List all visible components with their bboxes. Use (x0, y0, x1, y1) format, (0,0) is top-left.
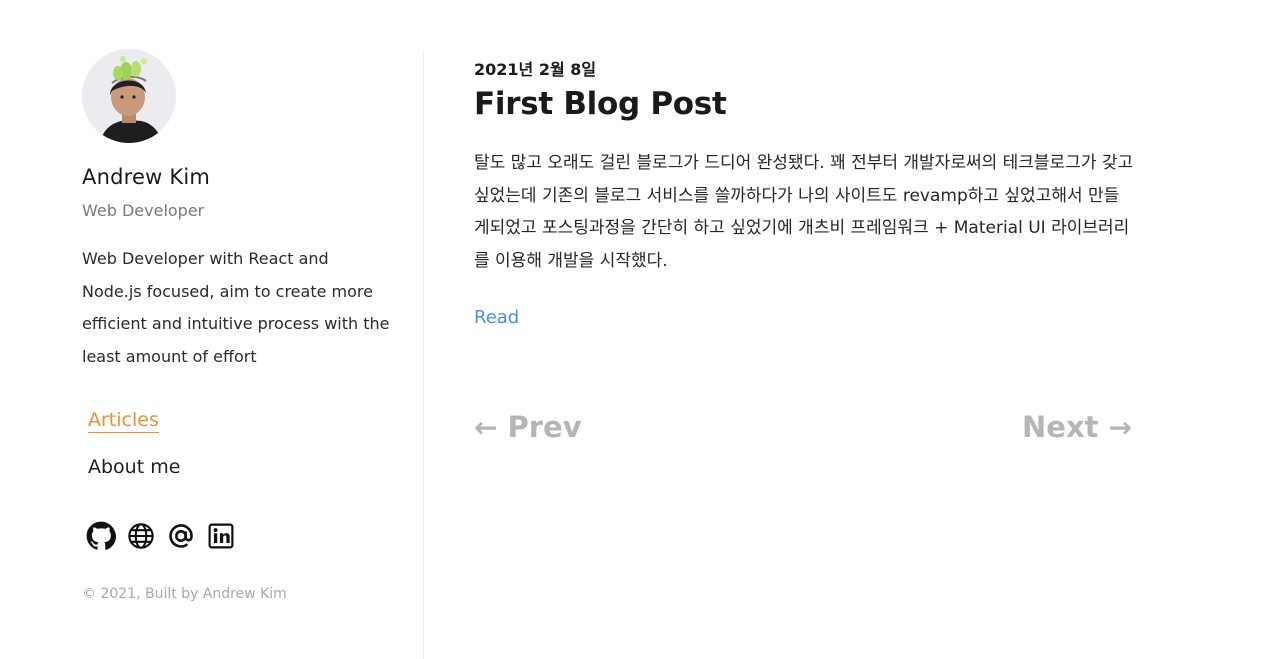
post-date: 2021년 2월 8일 (474, 60, 597, 79)
author-bio: Web Developer with React and Node.js foc… (82, 249, 390, 366)
author-role: Web Developer (82, 201, 205, 220)
at-sign-icon[interactable] (166, 520, 196, 552)
linkedin-icon[interactable] (206, 520, 236, 552)
blog-page: Andrew Kim Web Developer Web Developer w… (0, 0, 1280, 659)
prev-label: Prev (507, 410, 582, 444)
sidebar: Andrew Kim Web Developer Web Developer w… (0, 0, 424, 659)
post-title[interactable]: First Blog Post (474, 86, 727, 122)
next-button[interactable]: Next → (1022, 410, 1132, 444)
sidebar-nav: Articles About me (88, 408, 180, 499)
prev-button[interactable]: ← Prev (474, 410, 582, 444)
author-name: Andrew Kim (82, 165, 211, 189)
github-icon[interactable] (86, 520, 116, 552)
next-label: Next (1022, 410, 1099, 444)
copyright: © 2021, Built by Andrew Kim (82, 586, 287, 602)
read-link[interactable]: Read (474, 307, 519, 328)
avatar (82, 49, 176, 143)
nav-item-about-me[interactable]: About me (88, 454, 180, 481)
nav-item-articles[interactable]: Articles (88, 408, 159, 433)
arrow-left-icon: ← (474, 410, 498, 444)
main-content: 2021년 2월 8일 First Blog Post 탈도 많고 오래도 걸린… (474, 0, 1144, 659)
globe-icon[interactable] (126, 520, 156, 552)
social-links (86, 520, 236, 552)
post-excerpt: 탈도 많고 오래도 걸린 블로그가 드디어 완성됐다. 꽤 전부터 개발자로써의… (474, 153, 1134, 272)
arrow-right-icon: → (1108, 410, 1132, 444)
divider (423, 52, 424, 659)
